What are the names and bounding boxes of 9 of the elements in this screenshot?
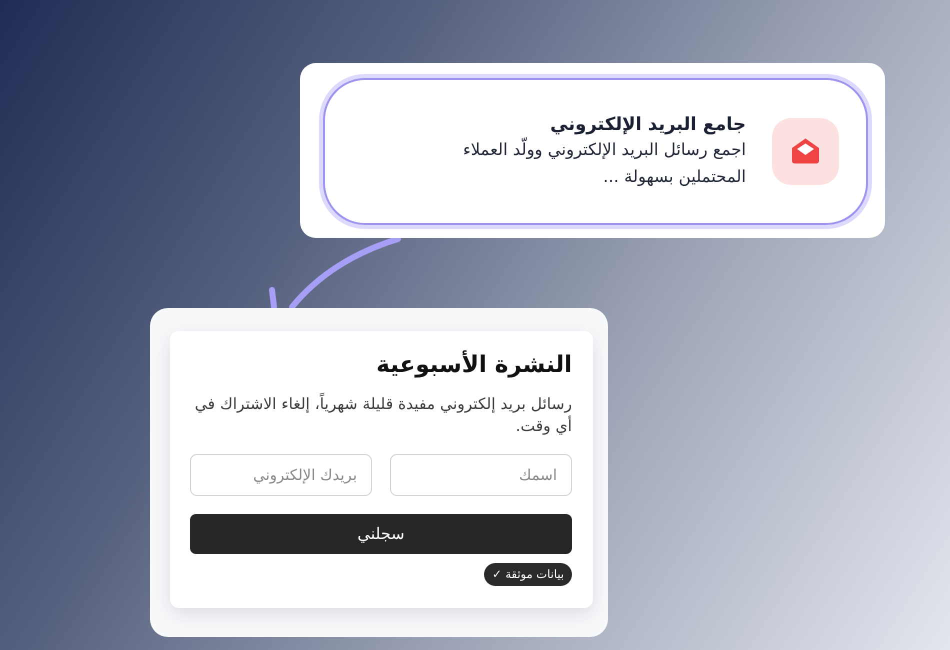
newsletter-title: النشرة الأسبوعية [375, 351, 572, 380]
verified-data-tag: بيانات موثقة ✓ [484, 562, 572, 586]
feature-title: جامع البريد الإلكتروني [549, 113, 746, 138]
subscribe-button[interactable]: سجلني [190, 514, 572, 554]
email-field[interactable]: بريدك الإلكتروني [190, 454, 372, 496]
name-field[interactable]: اسمك [390, 454, 572, 496]
newsletter-description: رسائل بريد إلكتروني مفيدة قليلة شهرياً، إلغاء الاشتراك في أي وقت. [194, 392, 572, 438]
feature-description: اجمع رسائل البريد الإلكتروني وولّد العملاء المحتملين بسهولة ... [406, 137, 746, 191]
envelope-icon [772, 118, 839, 185]
